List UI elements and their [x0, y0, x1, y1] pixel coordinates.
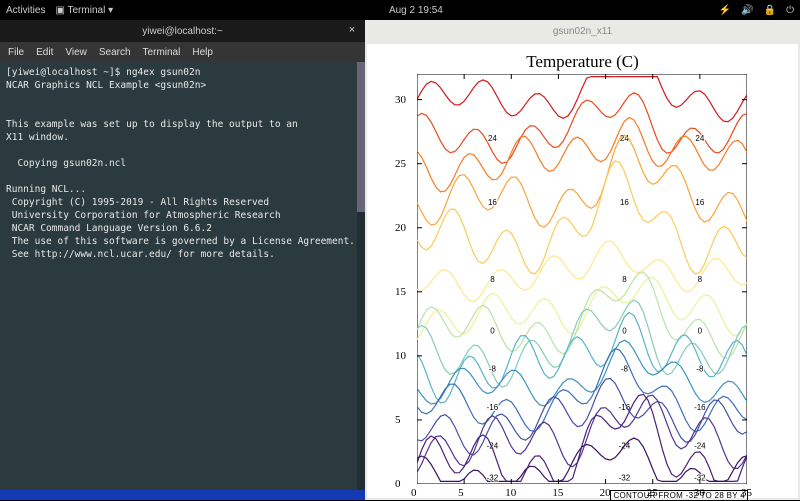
x-tick: 0 — [411, 487, 417, 499]
svg-text:-24: -24 — [694, 442, 706, 451]
svg-text:24: 24 — [488, 134, 497, 143]
menu-search[interactable]: Search — [99, 47, 131, 58]
bottom-strip — [0, 490, 365, 500]
scrollbar[interactable] — [357, 62, 365, 500]
plot-window-title: gsun02n_x11 — [553, 26, 612, 37]
y-tick: 5 — [395, 414, 401, 426]
terminal-titlebar[interactable]: yiwei@localhost:~ × — [0, 20, 365, 42]
terminal-window: yiwei@localhost:~ × File Edit View Searc… — [0, 20, 365, 500]
close-icon[interactable]: × — [345, 23, 359, 37]
app-menu[interactable]: ▣ Terminal ▾ — [55, 5, 113, 16]
lock-icon[interactable]: 🔒 — [764, 5, 776, 16]
contour-footer: CONTOUR FROM -32 TO 28 BY 4 — [610, 490, 748, 501]
svg-text:-8: -8 — [696, 365, 704, 374]
volume-icon[interactable]: 🔊 — [741, 5, 753, 16]
workspace: yiwei@localhost:~ × File Edit View Searc… — [0, 20, 800, 500]
svg-text:-32: -32 — [487, 474, 499, 483]
x-tick: 10 — [505, 487, 516, 499]
plot-titlebar[interactable]: gsun02n_x11 — [365, 20, 800, 42]
contour-plot: 242424161616888000-8-8-8-16-16-16-24-24-… — [417, 74, 747, 484]
command: ng4ex gsun02n — [126, 67, 200, 78]
menu-terminal[interactable]: Terminal — [143, 47, 181, 58]
scrollbar-thumb[interactable] — [357, 62, 365, 212]
menu-help[interactable]: Help — [192, 47, 213, 58]
gnome-topbar: Activities ▣ Terminal ▾ Aug 2 19:54 ⚡ 🔊 … — [0, 0, 800, 20]
svg-text:24: 24 — [695, 134, 704, 143]
svg-text:-8: -8 — [621, 365, 629, 374]
x-tick: 15 — [552, 487, 563, 499]
svg-text:8: 8 — [698, 275, 703, 284]
x-tick: 5 — [458, 487, 464, 499]
activities-button[interactable]: Activities — [6, 5, 45, 16]
prompt: [yiwei@localhost ~]$ — [6, 67, 126, 78]
svg-text:-16: -16 — [487, 403, 499, 412]
terminal-output: NCAR Graphics NCL Example <gsun02n> This… — [6, 80, 355, 260]
plot-area: Temperature (C) 242424161616888000-8-8-8… — [367, 44, 798, 498]
plot-title: Temperature (C) — [367, 52, 798, 72]
y-tick: 0 — [395, 478, 401, 490]
svg-text:8: 8 — [622, 275, 627, 284]
y-tick: 25 — [395, 158, 406, 170]
svg-text:0: 0 — [698, 326, 703, 335]
y-tick: 10 — [395, 350, 406, 362]
svg-text:-8: -8 — [489, 365, 497, 374]
svg-text:-16: -16 — [694, 403, 706, 412]
power-icon[interactable]: ⏻ — [786, 5, 794, 16]
y-tick: 15 — [395, 286, 406, 298]
terminal-menubar: File Edit View Search Terminal Help — [0, 42, 365, 62]
svg-text:0: 0 — [622, 326, 627, 335]
svg-text:16: 16 — [488, 198, 497, 207]
y-tick: 30 — [395, 94, 406, 106]
svg-text:16: 16 — [620, 198, 629, 207]
terminal-title: yiwei@localhost:~ — [142, 26, 222, 37]
menu-edit[interactable]: Edit — [36, 47, 53, 58]
svg-text:0: 0 — [490, 326, 495, 335]
clock[interactable]: Aug 2 19:54 — [389, 5, 443, 16]
terminal-body[interactable]: [yiwei@localhost ~]$ ng4ex gsun02n NCAR … — [0, 62, 365, 500]
svg-text:8: 8 — [490, 275, 495, 284]
menu-view[interactable]: View — [65, 47, 87, 58]
y-tick: 20 — [395, 222, 406, 234]
svg-text:-32: -32 — [619, 474, 631, 483]
plot-window: gsun02n_x11 Temperature (C) 242424161616… — [365, 20, 800, 500]
x-tick: 20 — [600, 487, 611, 499]
svg-text:16: 16 — [695, 198, 704, 207]
network-icon[interactable]: ⚡ — [719, 5, 731, 16]
menu-file[interactable]: File — [8, 47, 24, 58]
